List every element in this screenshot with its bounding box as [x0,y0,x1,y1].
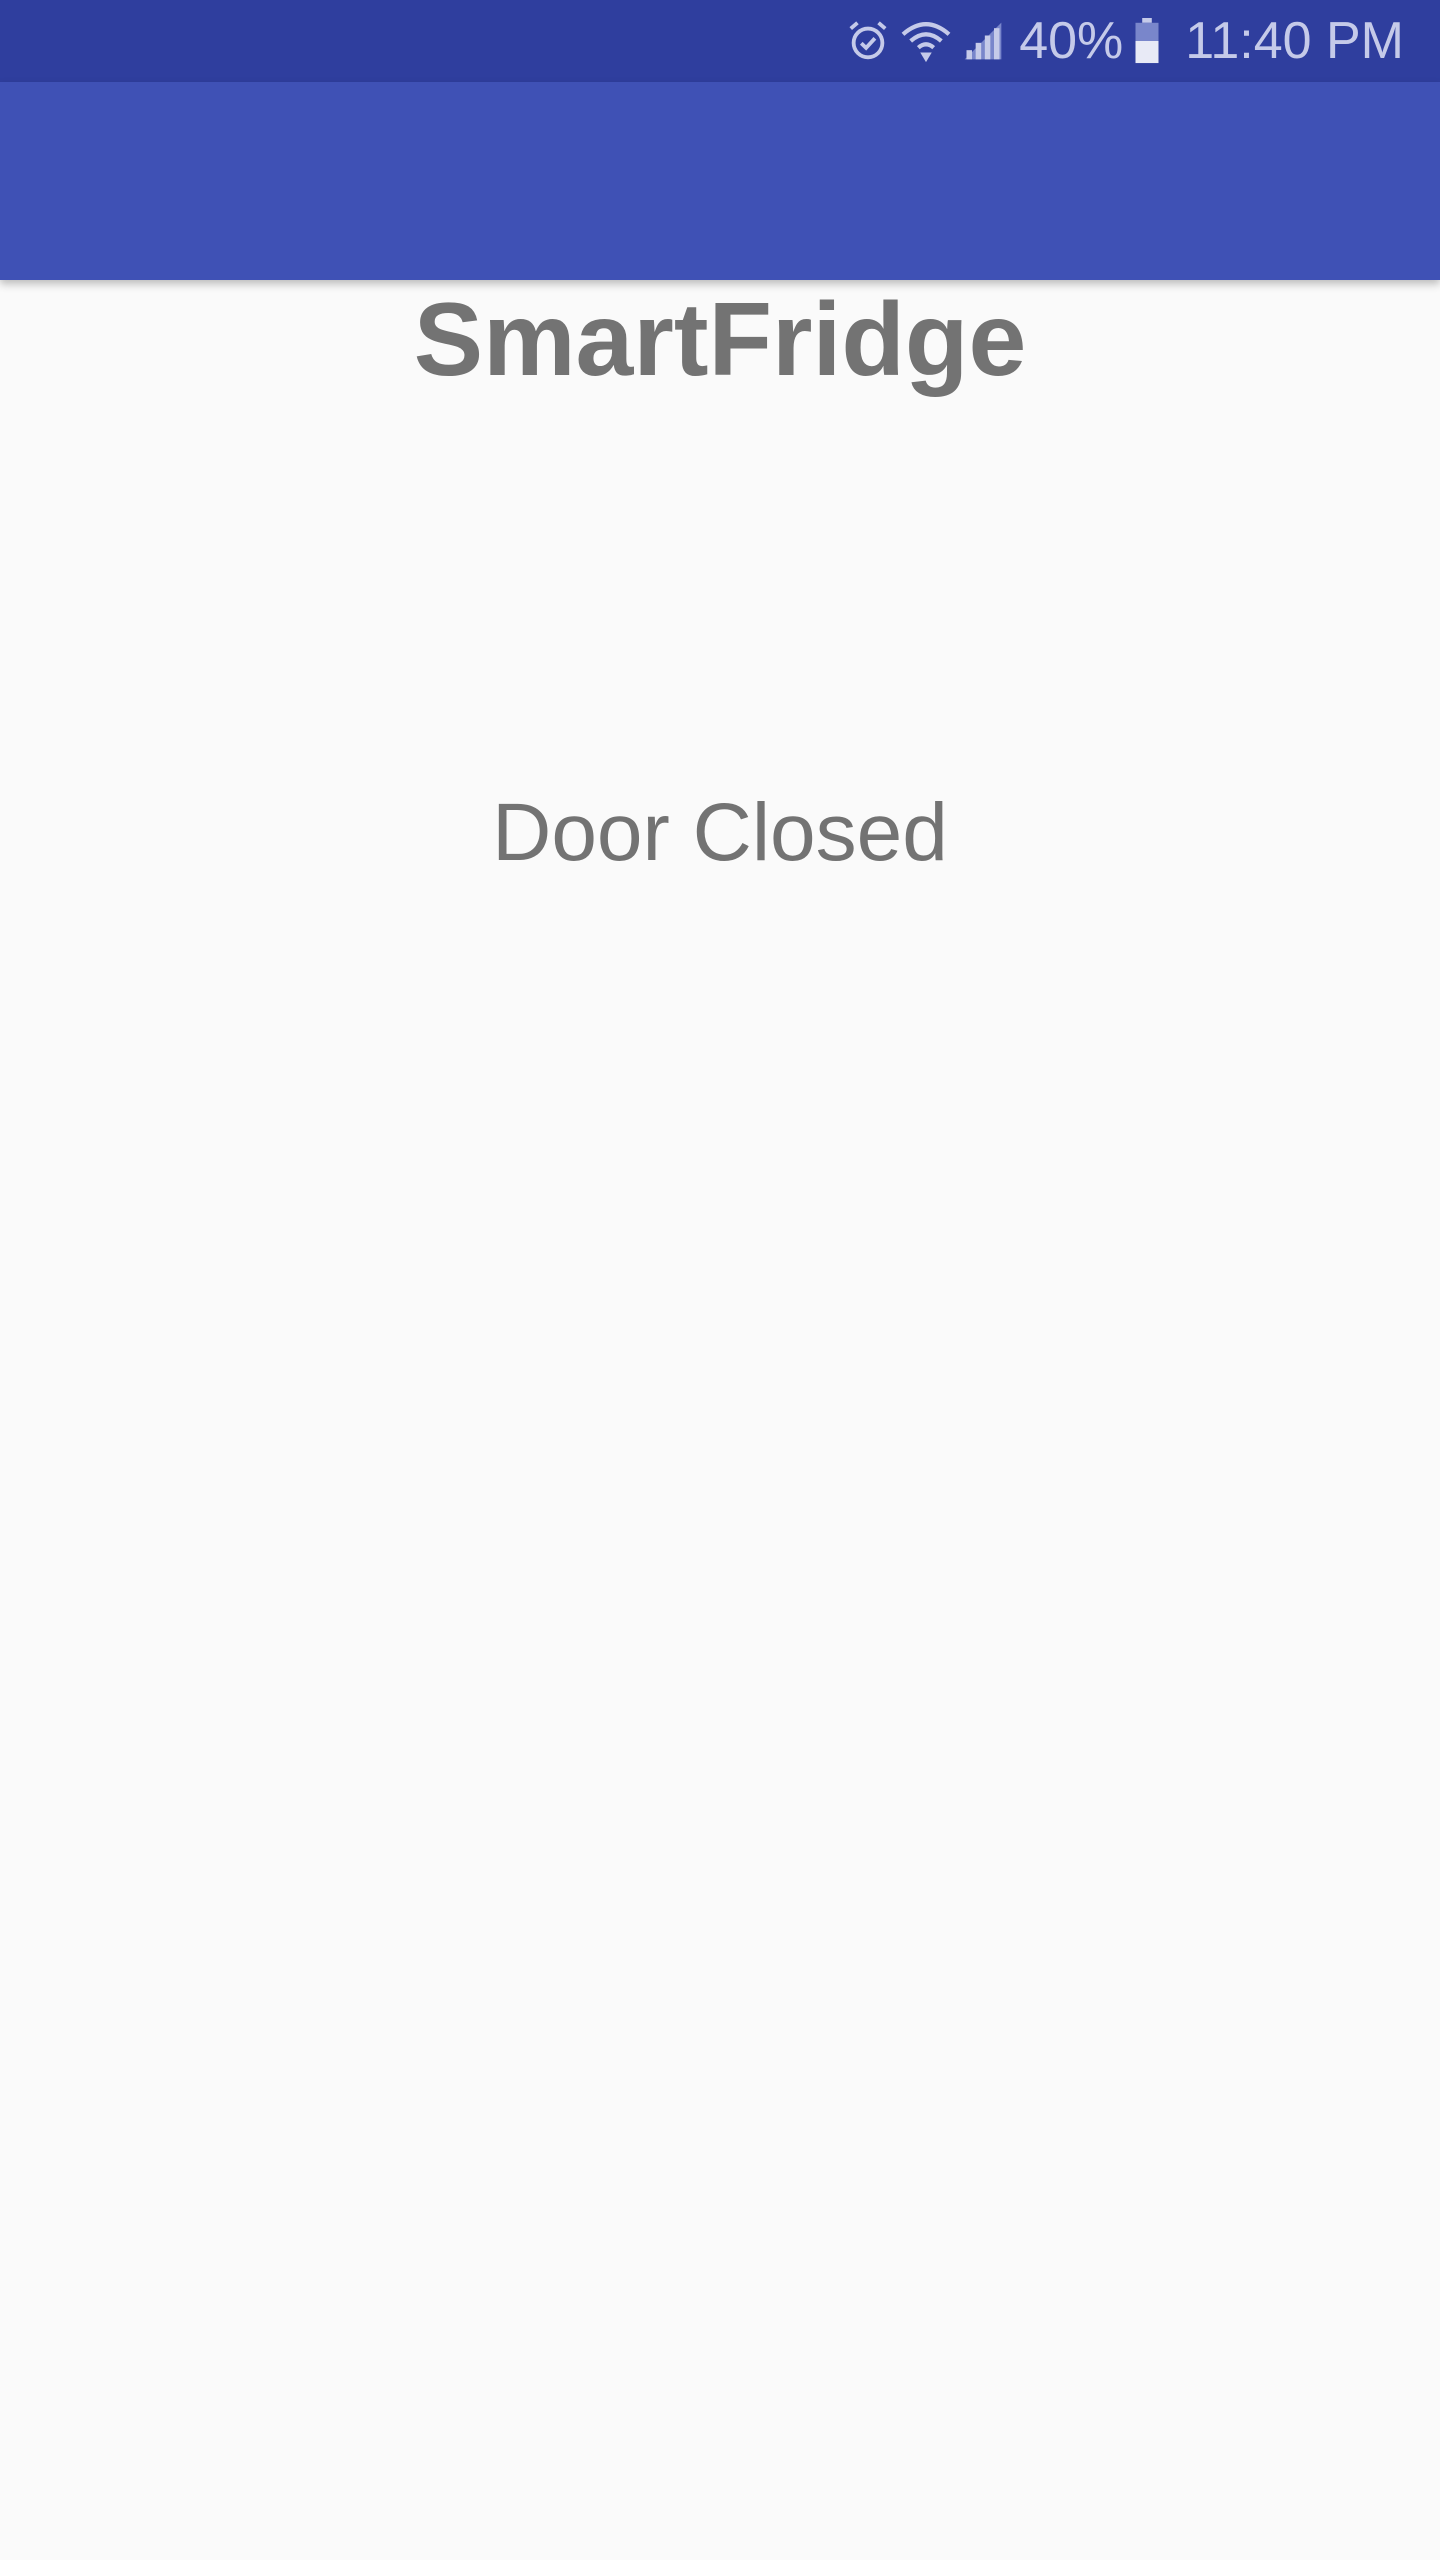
status-clock: 11:40 PM [1185,12,1404,70]
battery-percent: 40% [1019,12,1124,70]
battery-icon [1133,18,1161,64]
status-bar: 40% 11:40 PM [0,0,1440,82]
wifi-icon [901,18,951,64]
app-bar [0,82,1440,280]
alarm-icon [845,18,891,64]
door-status-text: Door Closed [492,787,948,878]
app-title: SmartFridge [413,282,1027,398]
cell-signal-icon [961,19,1005,63]
